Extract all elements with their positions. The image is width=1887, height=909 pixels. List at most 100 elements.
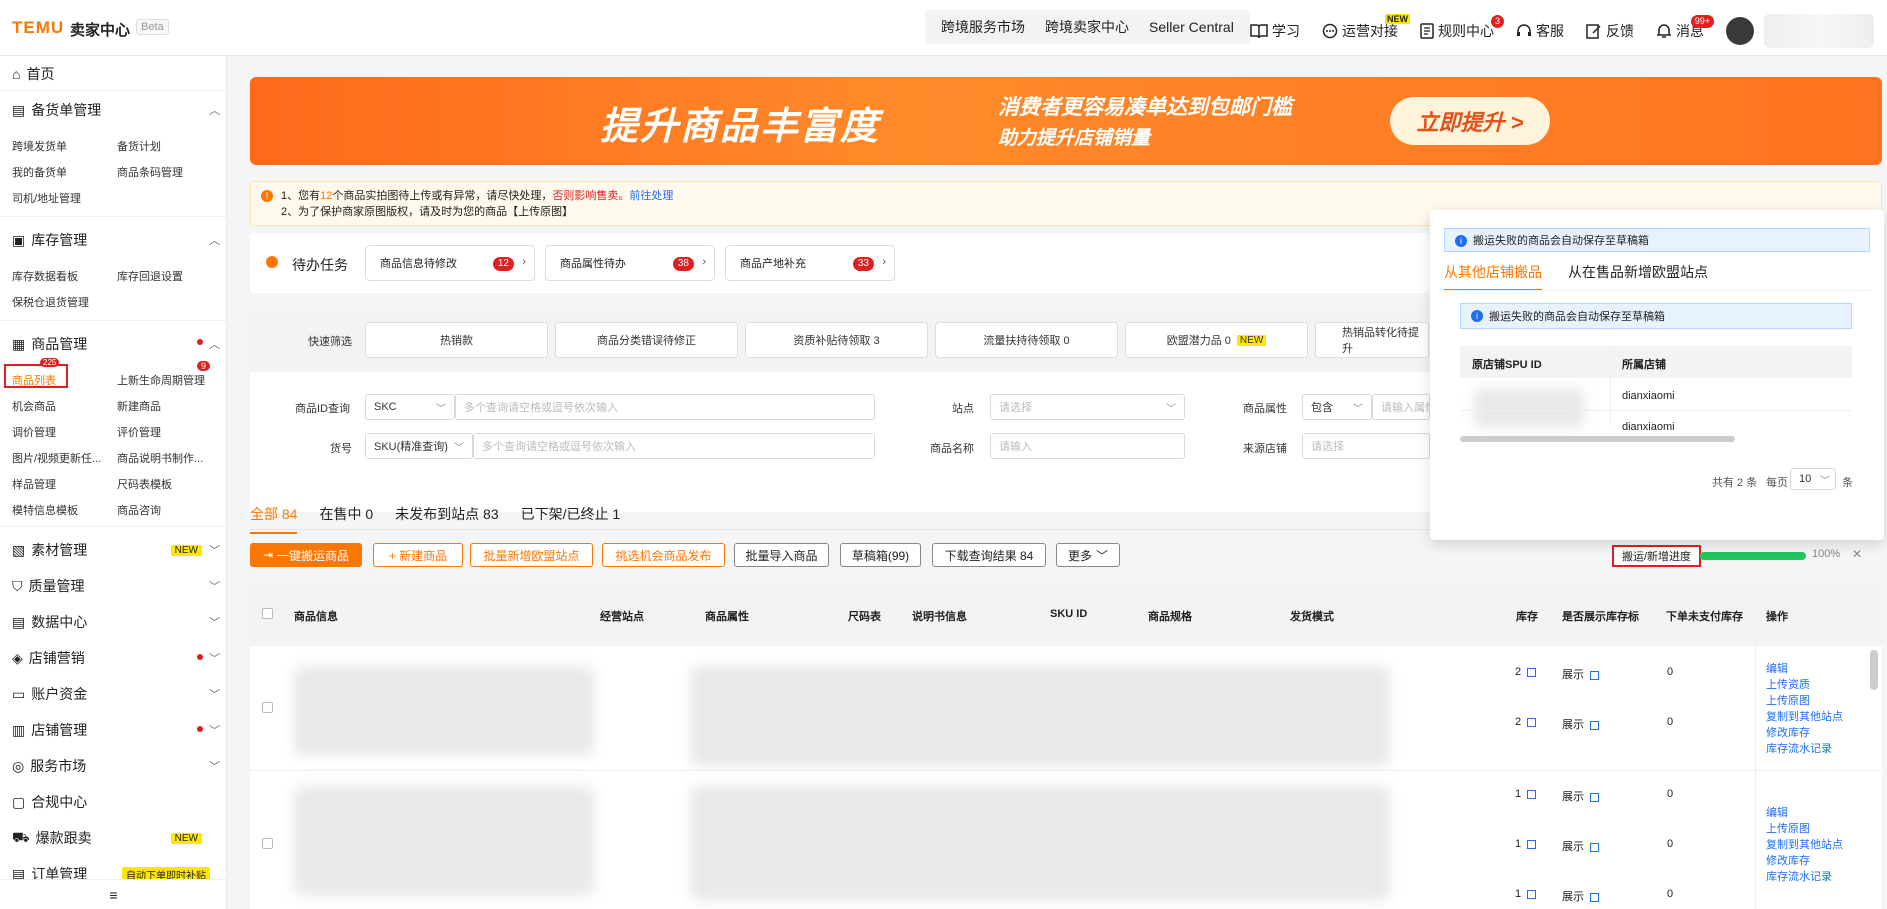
sub-driver[interactable]: 司机/地址管理	[12, 190, 81, 206]
temu-logo[interactable]: TEMU	[12, 18, 64, 38]
sub-manual[interactable]: 商品说明书制作...	[117, 450, 203, 466]
sku-input[interactable]: 多个查询请空格或逗号依次输入	[473, 433, 875, 459]
sub-consult[interactable]: 商品咨询	[117, 502, 161, 518]
op-upload-qual[interactable]: 上传资质	[1766, 676, 1810, 692]
tool-service[interactable]: 客服	[1516, 21, 1564, 41]
op-stock-log[interactable]: 库存流水记录	[1766, 740, 1832, 756]
stock-value[interactable]: 1	[1515, 888, 1537, 900]
sidebar-item-shop[interactable]: ▥ 店铺管理 ﹀	[12, 720, 220, 740]
name-input[interactable]: 请输入	[990, 433, 1185, 459]
pick-opportunity-button[interactable]: 挑选机会商品发布	[602, 543, 725, 567]
sidebar-item-home[interactable]: ⌂ 首页	[12, 64, 220, 84]
op-edit-stock[interactable]: 修改库存	[1766, 724, 1810, 740]
stock-value[interactable]: 1	[1515, 838, 1537, 850]
op-copy-site[interactable]: 复制到其他站点	[1766, 836, 1843, 852]
sub-media-task[interactable]: 图片/视频更新任...	[12, 450, 101, 466]
promo-banner[interactable]: 提升商品丰富度 消费者更容易凑单达到包邮门槛 助力提升店铺销量 立即提升 >	[250, 77, 1882, 165]
sub-new-goods[interactable]: 新建商品	[117, 398, 161, 414]
sub-cross-ship[interactable]: 跨境发货单	[12, 138, 67, 154]
sku-type-select[interactable]: SKU(精准查询) ﹀	[365, 433, 473, 459]
batch-import-button[interactable]: 批量导入商品	[734, 543, 829, 567]
tool-ops[interactable]: 运营对接 NEW	[1322, 14, 1410, 41]
quick-hot[interactable]: 热销款	[365, 322, 548, 358]
avatar[interactable]	[1726, 17, 1754, 45]
select-all-checkbox[interactable]	[262, 608, 273, 619]
sub-my-stock[interactable]: 我的备货单	[12, 164, 67, 180]
show-stock-value[interactable]: 展示	[1562, 716, 1599, 732]
sub-sample[interactable]: 样品管理	[12, 476, 56, 492]
link-seller-central[interactable]: Seller Central	[1139, 19, 1244, 35]
tool-messages[interactable]: 消息 99+	[1656, 15, 1714, 41]
stock-value[interactable]: 2	[1515, 716, 1537, 728]
sub-inv-board[interactable]: 库存数据看板	[12, 268, 78, 284]
sub-bonded[interactable]: 保税仓退货管理	[12, 294, 89, 310]
drafts-button[interactable]: 草稿箱(99)	[840, 543, 921, 567]
id-type-select[interactable]: SKC ﹀	[365, 394, 455, 420]
sidebar-item-goods[interactable]: ▦ 商品管理 ︿	[12, 334, 220, 354]
op-stock-log[interactable]: 库存流水记录	[1766, 868, 1832, 884]
op-upload-orig[interactable]: 上传原图	[1766, 820, 1810, 836]
show-stock-value[interactable]: 展示	[1562, 888, 1599, 904]
popup-tab-other-shop[interactable]: 从其他店铺搬品	[1444, 262, 1542, 291]
one-click-move-button[interactable]: ⇥ 一键搬运商品	[250, 543, 362, 567]
collapse-sidebar-icon[interactable]: ≡	[0, 879, 226, 909]
sub-model-tpl[interactable]: 模特信息模板	[12, 502, 78, 518]
sub-size-tpl[interactable]: 尺码表模板	[117, 476, 172, 492]
id-input[interactable]: 多个查询请空格或逗号依次输入	[455, 394, 875, 420]
sidebar-item-material[interactable]: ▧ 素材管理 NEW ﹀	[12, 540, 220, 560]
quick-category-error[interactable]: 商品分类错误待修正	[555, 322, 738, 358]
show-stock-value[interactable]: 展示	[1562, 666, 1599, 682]
banner-cta-button[interactable]: 立即提升 >	[1390, 97, 1550, 145]
link-service-market[interactable]: 跨境服务市场	[931, 17, 1035, 37]
todo-item-info[interactable]: 商品信息待修改 12 ›	[365, 245, 535, 281]
sidebar-item-service[interactable]: ◎ 服务市场 ﹀	[12, 756, 220, 776]
sidebar-item-quality[interactable]: ⛉ 质量管理 ﹀	[12, 576, 220, 596]
move-progress-label[interactable]: 搬运/新增进度	[1612, 545, 1702, 567]
stock-value[interactable]: 1	[1515, 788, 1537, 800]
show-stock-value[interactable]: 展示	[1562, 838, 1599, 854]
op-upload-orig[interactable]: 上传原图	[1766, 692, 1810, 708]
sidebar-item-stock-order[interactable]: ▤ 备货单管理 ︿	[12, 100, 220, 120]
attr-type-select[interactable]: 包含 ﹀	[1302, 394, 1372, 420]
popup-tab-eu-site[interactable]: 从在售品新增欧盟站点	[1568, 262, 1708, 282]
tool-rules[interactable]: 规则中心 3	[1420, 15, 1504, 41]
sub-inv-rollback[interactable]: 库存回退设置	[117, 268, 183, 284]
sidebar-item-compliance[interactable]: ▢ 合规中心	[12, 792, 220, 812]
batch-eu-site-button[interactable]: 批量新增欧盟站点	[470, 543, 593, 567]
tool-feedback[interactable]: 反馈	[1586, 21, 1634, 41]
todo-item-origin[interactable]: 商品产地补充 33 ›	[725, 245, 895, 281]
sub-review[interactable]: 评价管理	[117, 424, 161, 440]
todo-item-attr[interactable]: 商品属性待办 38 ›	[545, 245, 715, 281]
sidebar-item-inventory[interactable]: ▣ 库存管理 ︿	[12, 230, 220, 250]
link-cross-seller[interactable]: 跨境卖家中心	[1035, 17, 1139, 37]
quick-eu-potential[interactable]: 欧盟潜力品 0 NEW	[1125, 322, 1308, 358]
row-checkbox[interactable]	[262, 838, 273, 849]
table-scrollbar[interactable]	[1870, 650, 1878, 690]
sub-price[interactable]: 调价管理	[12, 424, 56, 440]
source-select[interactable]: 请选择	[1302, 433, 1430, 459]
op-copy-site[interactable]: 复制到其他站点	[1766, 708, 1843, 724]
user-name[interactable]	[1764, 14, 1874, 48]
quick-conversion[interactable]: 热销品转化待提升	[1315, 322, 1429, 358]
sub-barcode[interactable]: 商品条码管理	[117, 164, 183, 180]
op-edit[interactable]: 编辑	[1766, 804, 1788, 820]
site-select[interactable]: 请选择 ﹀	[990, 394, 1185, 420]
quick-subsidy[interactable]: 资质补贴待领取 3	[745, 322, 928, 358]
tool-learn[interactable]: 学习	[1250, 21, 1300, 41]
stock-value[interactable]: 2	[1515, 666, 1537, 678]
close-icon[interactable]: ✕	[1852, 547, 1862, 561]
notice-link[interactable]: 前往处理	[629, 190, 673, 202]
sidebar-item-account[interactable]: ▭ 账户资金 ﹀	[12, 684, 220, 704]
quick-traffic[interactable]: 流量扶持待领取 0	[935, 322, 1118, 358]
download-results-button[interactable]: 下载查询结果 84	[932, 543, 1046, 567]
popup-horizontal-scrollbar[interactable]	[1460, 436, 1735, 442]
sidebar-item-marketing[interactable]: ◈ 店铺营销 ﹀	[12, 648, 220, 668]
op-edit[interactable]: 编辑	[1766, 660, 1788, 676]
sub-stock-plan[interactable]: 备货计划	[117, 138, 161, 154]
op-edit-stock[interactable]: 修改库存	[1766, 852, 1810, 868]
attr-input[interactable]: 请输入属性	[1372, 394, 1430, 420]
more-button[interactable]: 更多 ﹀	[1056, 543, 1120, 567]
sub-opportunity[interactable]: 机会商品	[12, 398, 56, 414]
new-goods-button[interactable]: + 新建商品	[373, 543, 463, 567]
show-stock-value[interactable]: 展示	[1562, 788, 1599, 804]
